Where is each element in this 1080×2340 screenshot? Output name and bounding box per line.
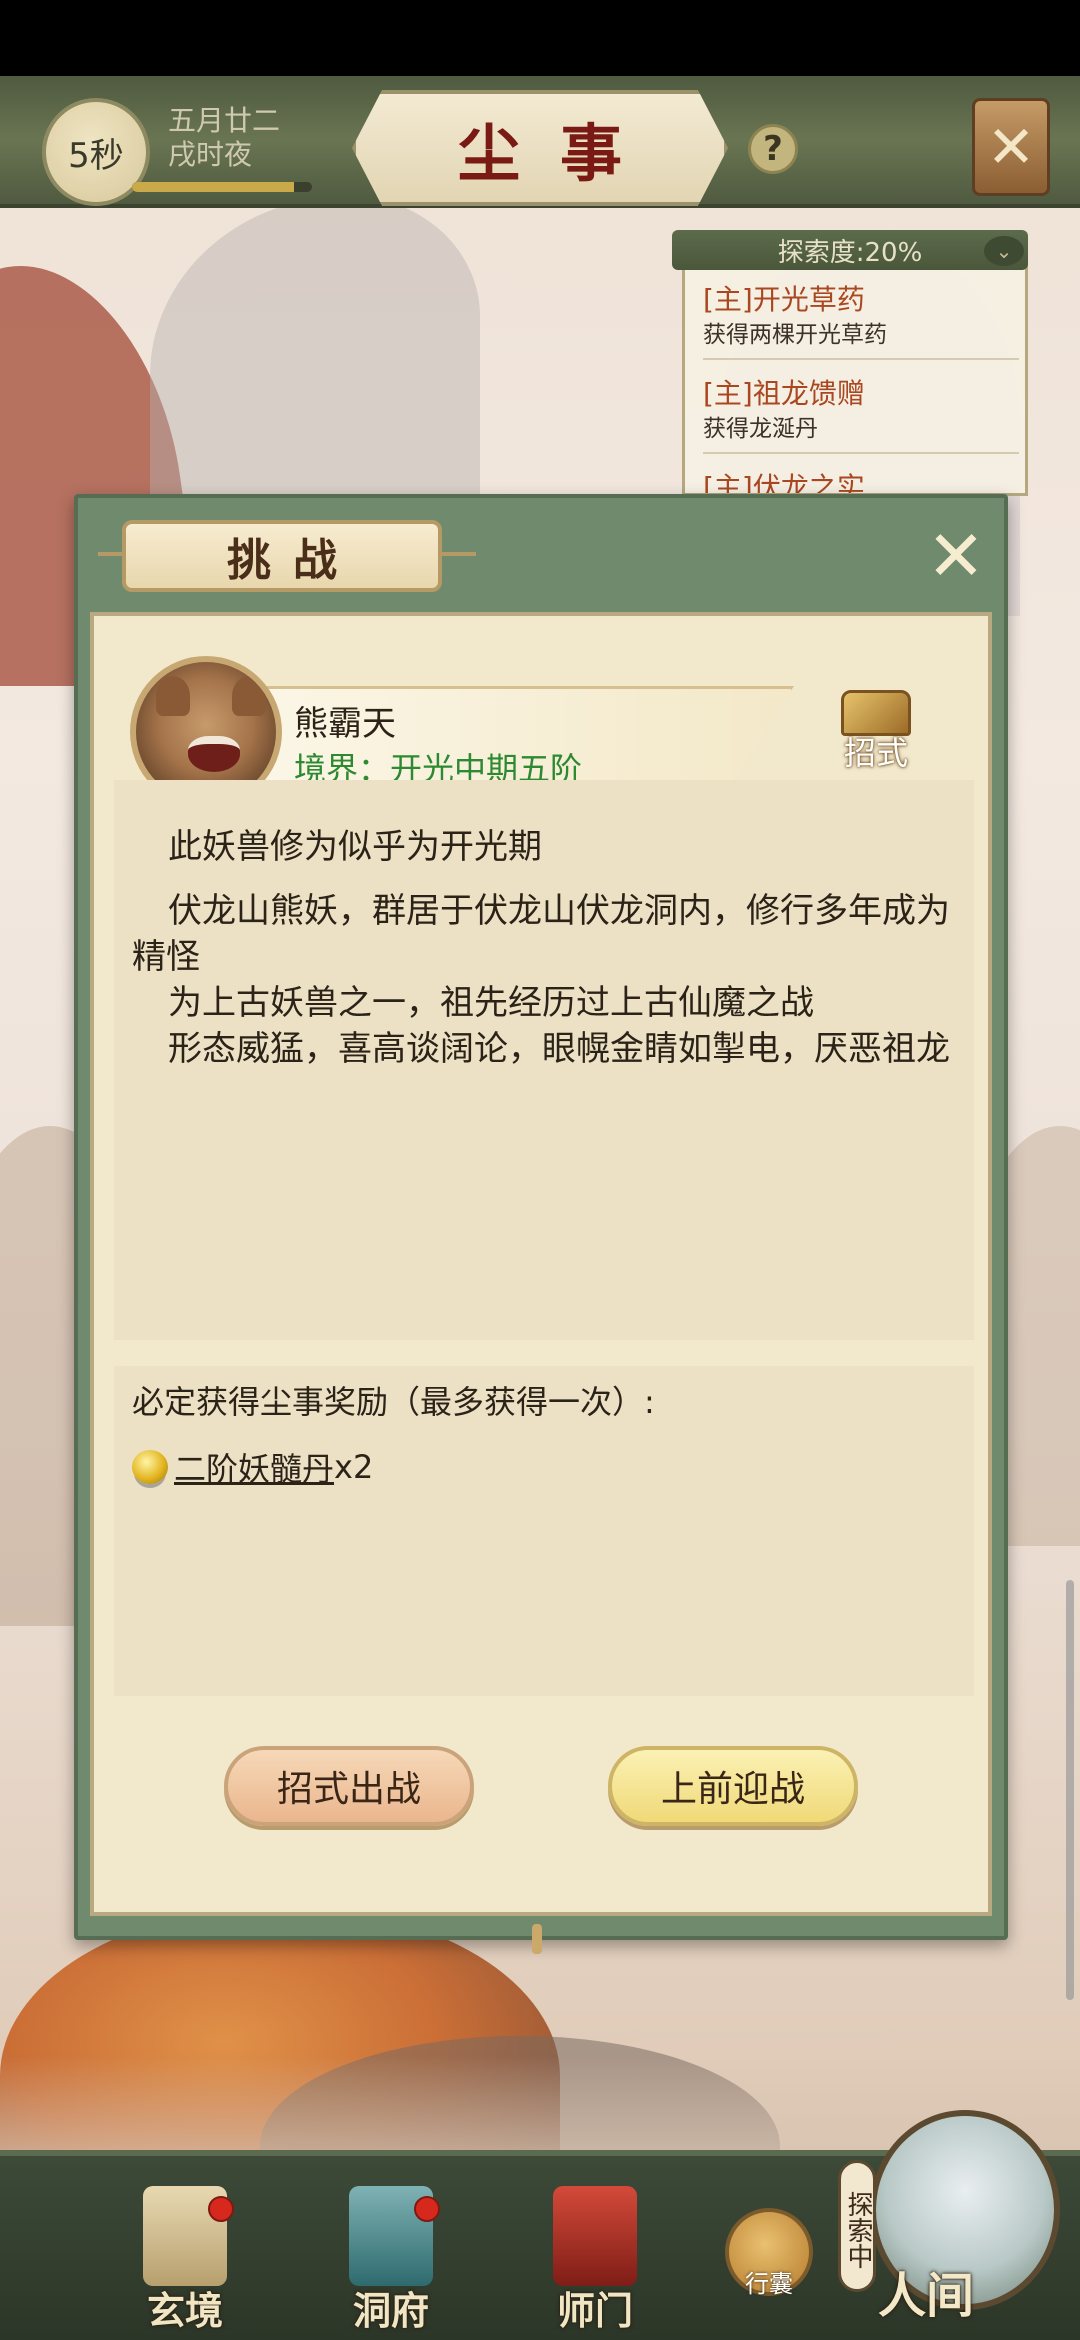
description-box: 此妖兽修为似乎为开光期 伏龙山熊妖，群居于伏龙山伏龙洞内，修行多年成为精怪 为上… [114,780,974,1340]
quest-desc: 获得两棵开光草药 [703,322,887,348]
date-time: 戌时夜 [168,138,253,171]
title-plate: 尘事 [352,90,728,206]
bag-label: 行囊 [745,2270,793,2298]
time-progress-bar [132,182,312,192]
exploration-progress-header: 探索度:20% [672,230,1028,270]
time-progress-fill [132,182,294,192]
skills-label: 招式 [843,734,908,772]
pill-icon [132,1450,168,1484]
quest-title: [主]伏龙之实 [703,471,865,496]
reward-name-link[interactable]: 二阶妖髓丹 [174,1444,334,1490]
tab-rope-right [440,552,476,556]
quest-item[interactable]: [主]开光草药 获得两棵开光草药 [703,280,1019,360]
challenge-dialog: 挑战 ✕ 熊霸天 境界：开光中期五阶 招式 此妖兽修为似乎为开光期 伏龙山熊妖，… [74,494,1008,1954]
quest-item[interactable]: [主]伏龙之实 [703,468,1019,496]
fight-button[interactable]: 上前迎战 [608,1746,858,1826]
avatar-mouth [188,736,240,772]
game-date: 五月廿二 戌时夜 [168,104,280,172]
avatar-ear [156,676,190,716]
skills-button[interactable]: 招式 [836,690,916,774]
nav-label: 玄境 [146,2288,223,2333]
help-button[interactable]: ? [748,124,798,174]
npc-name: 熊霸天 [294,704,396,744]
exploring-badge: 探索中 [838,2160,876,2292]
description-line: 为上古妖兽之一，祖先经历过上古仙魔之战 [168,983,814,1023]
top-bar: 5秒 五月廿二 戌时夜 尘事 ? ✕ [0,76,1080,208]
description-line: 伏龙山熊妖，群居于伏龙山伏龙洞内，修行多年成为精怪 [132,891,950,977]
banner-icon [553,2186,637,2286]
close-icon: ✕ [986,113,1036,181]
reward-box: 必定获得尘事奖励（最多获得一次）: 二阶妖髓丹 x2 [114,1366,974,1696]
close-icon: ✕ [926,515,986,597]
dialog-body: 熊霸天 境界：开光中期五阶 招式 此妖兽修为似乎为开光期 伏龙山熊妖，群居于伏龙… [90,612,992,1916]
nav-item-bag[interactable]: 行囊 [694,2208,844,2340]
collapse-quests-button[interactable]: ⌄ [984,236,1024,266]
quest-panel[interactable]: [主]开光草药 获得两棵开光草药 [主]祖龙馈赠 获得龙涎丹 [主]伏龙之实 [682,236,1028,496]
nav-label: 洞府 [352,2288,429,2333]
nav-item-xuanjing[interactable]: 玄境 [110,2186,260,2340]
description-line: 此妖兽修为似乎为开光期 [168,827,542,867]
nav-label: 师门 [556,2288,633,2333]
notification-dot [208,2196,234,2222]
dialog-knot [532,1924,542,1954]
description-line: 形态威猛，喜高谈阔论，眼幌金睛如掣电，厌恶祖龙 [168,1029,950,1069]
close-page-button[interactable]: ✕ [972,98,1050,196]
scrollbar[interactable] [1066,1580,1074,2000]
dialog-title-tab: 挑战 [122,520,442,592]
nav-item-dongfu[interactable]: 洞府 [316,2186,466,2340]
reward-quantity: x2 [334,1448,374,1486]
chevron-down-icon: ⌄ [995,239,1013,263]
notification-dot [414,2196,440,2222]
quest-title: [主]祖龙馈赠 [703,377,865,410]
reward-item[interactable]: 二阶妖髓丹 x2 [132,1444,956,1490]
nav-item-shimen[interactable]: 师门 [520,2186,670,2340]
quest-title: [主]开光草药 [703,283,865,316]
quest-item[interactable]: [主]祖龙馈赠 获得龙涎丹 [703,374,1019,454]
avatar-ear [232,676,266,716]
quest-desc: 获得龙涎丹 [703,416,818,442]
dialog-close-button[interactable]: ✕ [918,515,994,597]
dialog-title: 挑战 [227,535,359,586]
world-label: 人间 [878,2268,975,2324]
skill-battle-button[interactable]: 招式出战 [224,1746,474,1826]
mountain-mid [150,196,480,496]
date-day: 五月廿二 [168,104,281,137]
reward-title: 必定获得尘事奖励（最多获得一次）: [132,1383,655,1421]
page-title: 尘事 [457,117,662,190]
